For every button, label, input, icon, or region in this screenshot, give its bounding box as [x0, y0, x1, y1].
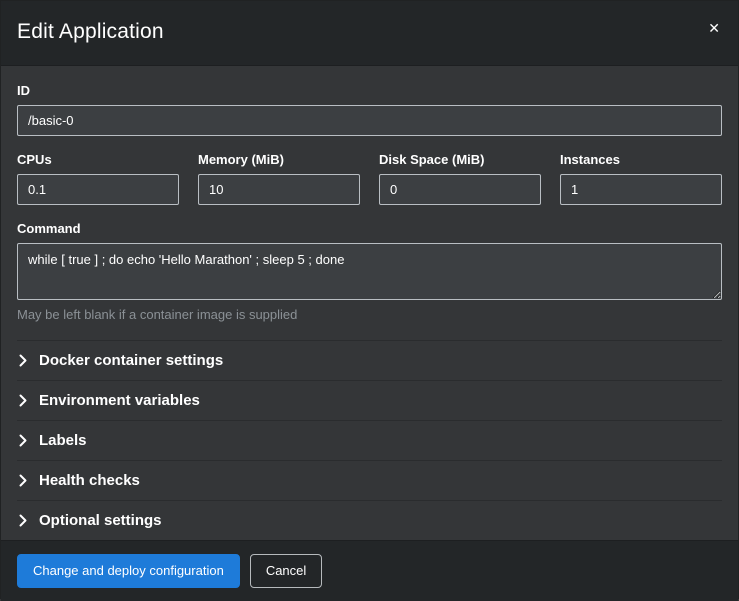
cpus-field-group: CPUs	[17, 152, 179, 205]
command-label: Command	[17, 221, 722, 236]
section-optional-settings[interactable]: Optional settings	[17, 500, 722, 540]
id-field-group: ID	[17, 83, 722, 136]
memory-label: Memory (MiB)	[198, 152, 360, 167]
section-environment-variables[interactable]: Environment variables	[17, 380, 722, 420]
section-label: Docker container settings	[39, 352, 223, 369]
chevron-right-icon	[19, 434, 27, 447]
chevron-right-icon	[19, 354, 27, 367]
memory-input[interactable]	[198, 174, 360, 205]
id-label: ID	[17, 83, 722, 98]
command-field-group: Command while [ true ] ; do echo 'Hello …	[17, 221, 722, 322]
collapsible-sections: Docker container settings Environment va…	[17, 340, 722, 540]
modal-title: Edit Application	[17, 20, 722, 44]
edit-application-modal: Edit Application ✕ ID CPUs Memory (MiB) …	[0, 0, 739, 599]
disk-space-field-group: Disk Space (MiB)	[379, 152, 541, 205]
modal-header: Edit Application ✕	[1, 1, 738, 66]
cancel-button[interactable]: Cancel	[250, 554, 322, 588]
section-label: Health checks	[39, 472, 140, 489]
instances-field-group: Instances	[560, 152, 722, 205]
chevron-right-icon	[19, 394, 27, 407]
id-input[interactable]	[17, 105, 722, 136]
section-docker-container-settings[interactable]: Docker container settings	[17, 340, 722, 380]
chevron-right-icon	[19, 474, 27, 487]
section-health-checks[interactable]: Health checks	[17, 460, 722, 500]
instances-input[interactable]	[560, 174, 722, 205]
section-label: Environment variables	[39, 392, 200, 409]
memory-field-group: Memory (MiB)	[198, 152, 360, 205]
section-label: Labels	[39, 432, 87, 449]
change-and-deploy-button[interactable]: Change and deploy configuration	[17, 554, 240, 588]
section-label: Optional settings	[39, 512, 162, 529]
command-textarea[interactable]: while [ true ] ; do echo 'Hello Marathon…	[17, 243, 722, 300]
chevron-right-icon	[19, 514, 27, 527]
modal-footer: Change and deploy configuration Cancel	[1, 540, 738, 601]
command-help-text: May be left blank if a container image i…	[17, 307, 722, 322]
resources-row: CPUs Memory (MiB) Disk Space (MiB) Insta…	[17, 152, 722, 205]
close-icon[interactable]: ✕	[704, 17, 724, 39]
instances-label: Instances	[560, 152, 722, 167]
cpus-label: CPUs	[17, 152, 179, 167]
disk-space-label: Disk Space (MiB)	[379, 152, 541, 167]
modal-body: ID CPUs Memory (MiB) Disk Space (MiB) In…	[1, 66, 738, 540]
section-labels[interactable]: Labels	[17, 420, 722, 460]
disk-space-input[interactable]	[379, 174, 541, 205]
cpus-input[interactable]	[17, 174, 179, 205]
